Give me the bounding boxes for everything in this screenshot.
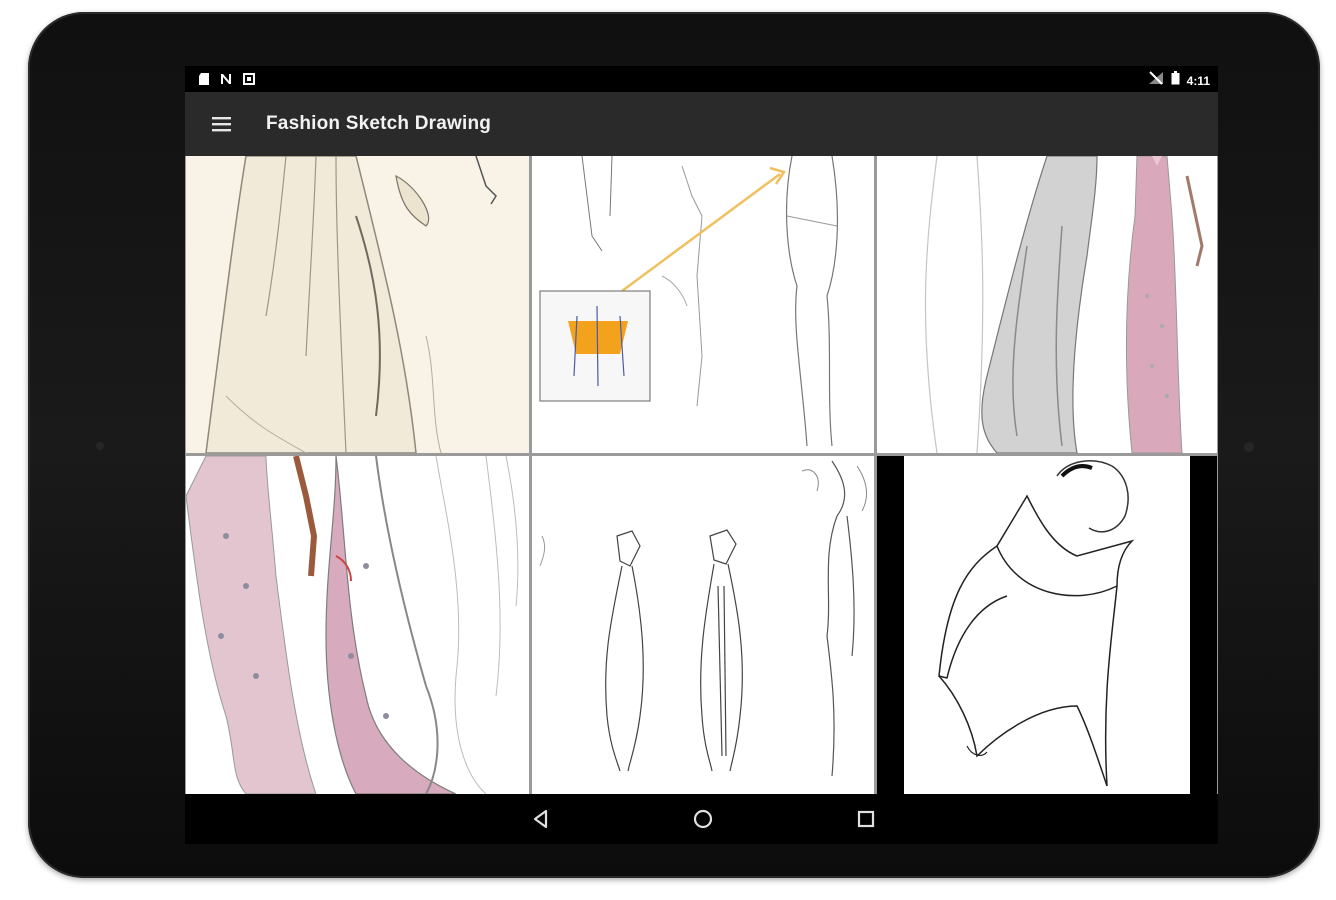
- sd-card-icon: [199, 72, 209, 90]
- battery-icon: [1171, 71, 1180, 90]
- status-right-icons: 4:11: [1148, 71, 1210, 90]
- status-left-icons: [199, 72, 255, 90]
- sequin-gown-sketch-image: [877, 156, 1217, 453]
- gallery-item-sketch-6[interactable]: [877, 456, 1217, 794]
- high-collar-cape-image: [877, 456, 1217, 794]
- side-sensor-left: [96, 442, 104, 450]
- home-icon[interactable]: [691, 807, 715, 831]
- status-bar: 4:11: [185, 66, 1218, 92]
- cream-gown-sketch-image: [186, 156, 529, 453]
- hamburger-menu-icon[interactable]: [209, 112, 235, 136]
- tablet-device-frame: 4:11 Fashion Sketch Drawing: [28, 12, 1320, 878]
- gallery-item-sketch-2[interactable]: [532, 156, 874, 453]
- back-icon[interactable]: [529, 807, 553, 831]
- gallery-item-sketch-5[interactable]: [532, 456, 874, 794]
- side-camera-right: [1244, 442, 1254, 452]
- device-screen: 4:11 Fashion Sketch Drawing: [185, 66, 1218, 844]
- pink-mermaid-gown-image: [186, 456, 529, 794]
- croquis-orange-detail-image: [532, 156, 874, 453]
- gallery-item-sketch-4[interactable]: [186, 456, 529, 794]
- gallery-item-sketch-1[interactable]: [186, 156, 529, 453]
- app-toolbar: Fashion Sketch Drawing: [185, 92, 1218, 156]
- line-croquis-figures-image: [532, 456, 874, 794]
- sketch-gallery-grid: [185, 156, 1218, 794]
- no-signal-icon: [1148, 71, 1164, 90]
- recents-icon[interactable]: [854, 807, 878, 831]
- system-navigation-bar: [185, 794, 1218, 844]
- status-time: 4:11: [1186, 73, 1210, 88]
- gallery-item-sketch-3[interactable]: [877, 156, 1217, 453]
- notification-square-icon: [243, 72, 255, 90]
- app-title: Fashion Sketch Drawing: [266, 113, 492, 134]
- notification-n-icon: [220, 72, 232, 90]
